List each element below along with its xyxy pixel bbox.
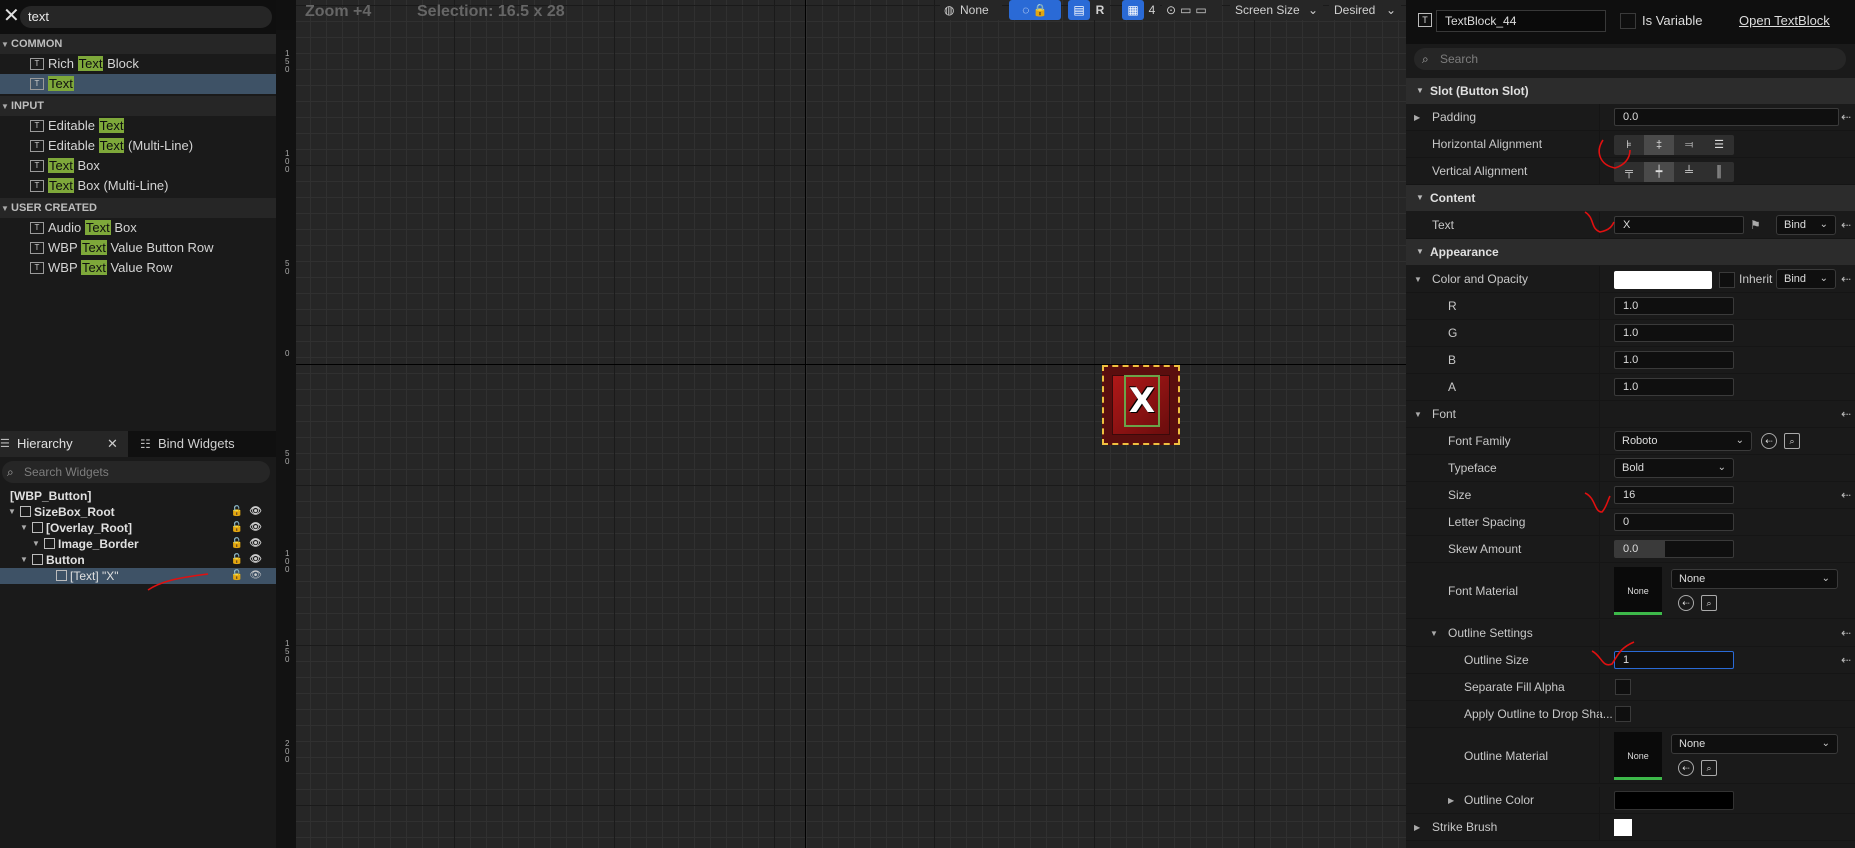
annotation-stroke: [1584, 211, 1615, 233]
red-annotation-marks: [147, 139, 1635, 666]
annotation-stroke: [1598, 139, 1631, 169]
annotation-stroke: [1591, 641, 1635, 666]
annotation-stroke: [1584, 492, 1611, 513]
annotation-stroke: [147, 573, 209, 591]
